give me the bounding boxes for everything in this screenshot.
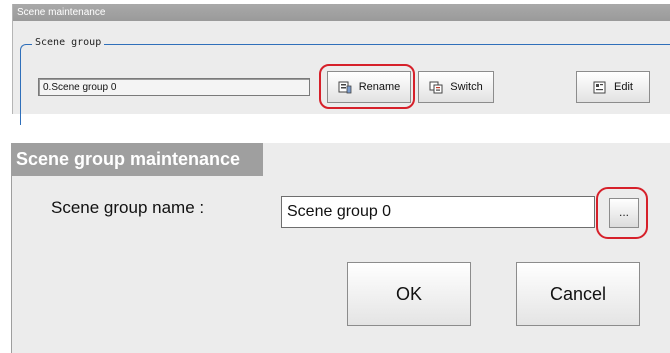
scene-maintenance-title: Scene maintenance [13,4,670,21]
rename-highlight [319,64,415,109]
edit-button[interactable]: Edit [576,71,650,103]
switch-icon [429,81,443,94]
scene-group-legend: Scene group [32,37,105,48]
switch-label: Switch [450,81,483,93]
edit-icon [593,81,607,94]
switch-button[interactable]: Switch [418,71,494,103]
scene-group-display: 0.Scene group 0 [38,78,310,96]
dialog-title: Scene group maintenance [11,143,263,176]
edit-label: Edit [614,81,633,93]
scene-group-name-label: Scene group name : [51,198,205,217]
ok-button[interactable]: OK [347,262,471,326]
scene-group-name-input[interactable] [281,196,595,228]
cancel-button[interactable]: Cancel [516,262,640,326]
browse-highlight [596,187,648,239]
